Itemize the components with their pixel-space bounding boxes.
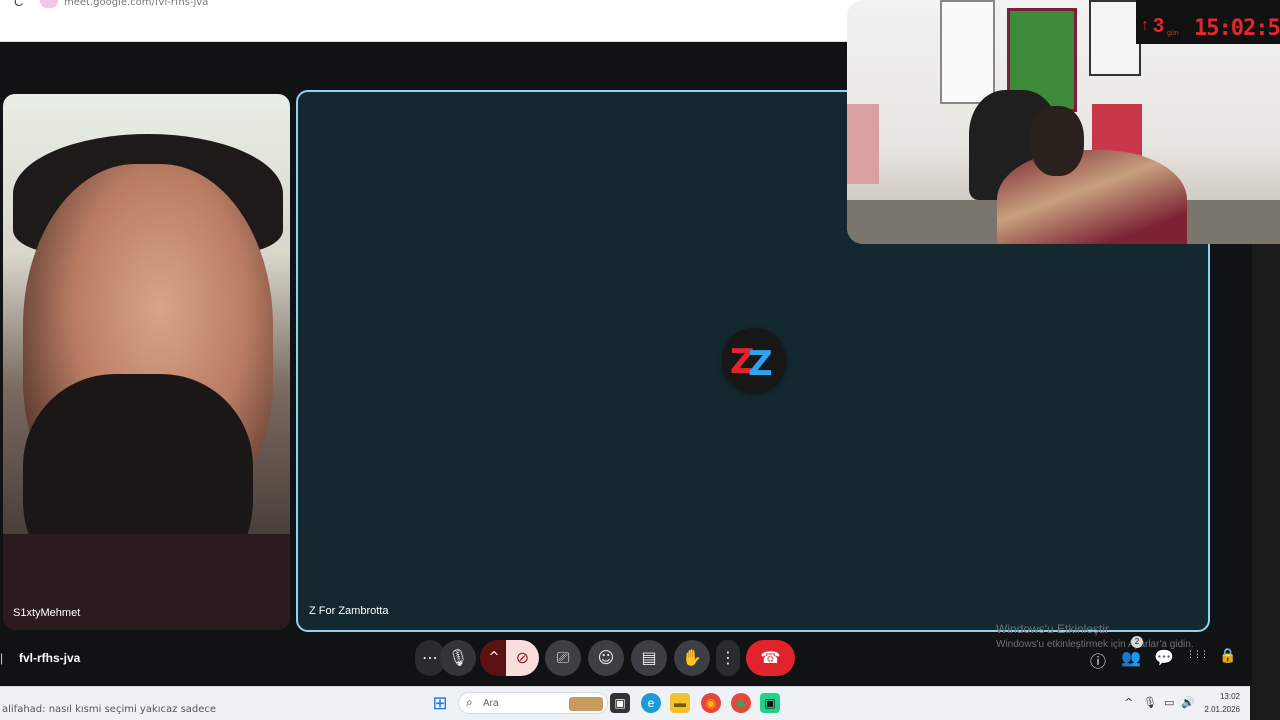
tray-monitor-icon[interactable]: ▭ [1164,696,1174,709]
camera-off-button[interactable]: ⊘ [506,640,539,676]
wall-whiteboard [940,0,995,104]
present-screen-button[interactable]: ⎚ [545,640,581,676]
file-explorer-icon[interactable]: ▬ [670,693,690,713]
meeting-info-icon[interactable]: ⓘ [1090,648,1106,672]
taskbar-date[interactable]: 2.01.2026 [1196,705,1240,714]
search-placeholder: Ara [483,698,499,709]
emoji-reaction-button[interactable]: ☺ [588,640,624,676]
participant-tile-s1xtymehmet[interactable]: S1xtyMehmet [3,94,290,630]
meeting-code: fvl-rfhs-jva [19,651,81,665]
app-icon[interactable]: ▣ [760,693,780,713]
raise-hand-button[interactable]: ✋ [674,640,710,676]
streamer-body [997,150,1187,244]
screen: C meet.google.com/fvl-rfhs-jva S1xtyMehm… [0,0,1280,720]
tray-mic-icon[interactable]: 🎙 [1143,696,1157,709]
timer-clock: 15:02:50 [1194,16,1280,41]
timer-days-unit: gün [1167,30,1179,37]
chat-overlay-message: alifahad: nasıl kısmi seçimi yakıcaz sad… [2,704,217,715]
more-actions-button[interactable]: ⋮ [716,640,740,676]
camera-options-caret-button[interactable]: ^ [480,640,508,676]
participant-name: Z For Zambrotta [309,605,389,617]
right-strip [1250,686,1280,720]
taskbar-search-box[interactable]: ⌕ Ara [458,692,608,714]
chat-icon[interactable]: 💬 [1154,648,1174,667]
microphone-button[interactable]: 🎙 [440,640,476,676]
chrome-icon[interactable]: ◉ [701,693,721,713]
tray-volume-icon[interactable]: 🔊 [1181,696,1195,709]
captions-button[interactable]: ▤ [631,640,667,676]
activities-icon[interactable]: ⋮⋮⋮ [1186,650,1209,660]
url-field[interactable]: meet.google.com/fvl-rfhs-jva [64,0,208,8]
avatar: Z Z [722,328,786,392]
windows-start-icon[interactable]: ⊞ [430,693,450,713]
participant-name: S1xtyMehmet [13,607,81,619]
tray-chevron-icon[interactable]: ^ [1124,696,1133,709]
search-icon: ⌕ [466,695,473,709]
room-shelf [847,104,879,184]
people-count-badge: 2 [1131,636,1143,648]
task-view-icon[interactable]: ▣ [610,693,630,713]
activation-watermark-title: Windows'u Etkinleştir [996,622,1109,636]
host-controls-icon[interactable]: 🔒 [1219,648,1236,664]
search-highlight-art [569,697,603,711]
stream-timer: ↑ 3 gün 15:02:50 [1136,0,1280,44]
edge-browser-icon[interactable]: e [641,693,661,713]
timer-arrow-icon: ↑ [1141,17,1149,34]
favicon-icon [40,0,58,8]
reload-icon[interactable]: C [14,0,23,9]
end-call-button[interactable]: ☎ [746,640,795,676]
timer-days: 3 [1153,15,1165,37]
wall-tactics-board [1089,0,1141,76]
logo-z-blue-icon: Z [748,344,773,384]
streamer-head [1030,106,1084,176]
people-icon[interactable]: 👥 [1121,648,1141,667]
meeting-code-separator: | [0,651,4,665]
taskbar-time[interactable]: 13:02 [1206,692,1240,701]
chrome-profile-icon[interactable]: ◉ [731,693,751,713]
